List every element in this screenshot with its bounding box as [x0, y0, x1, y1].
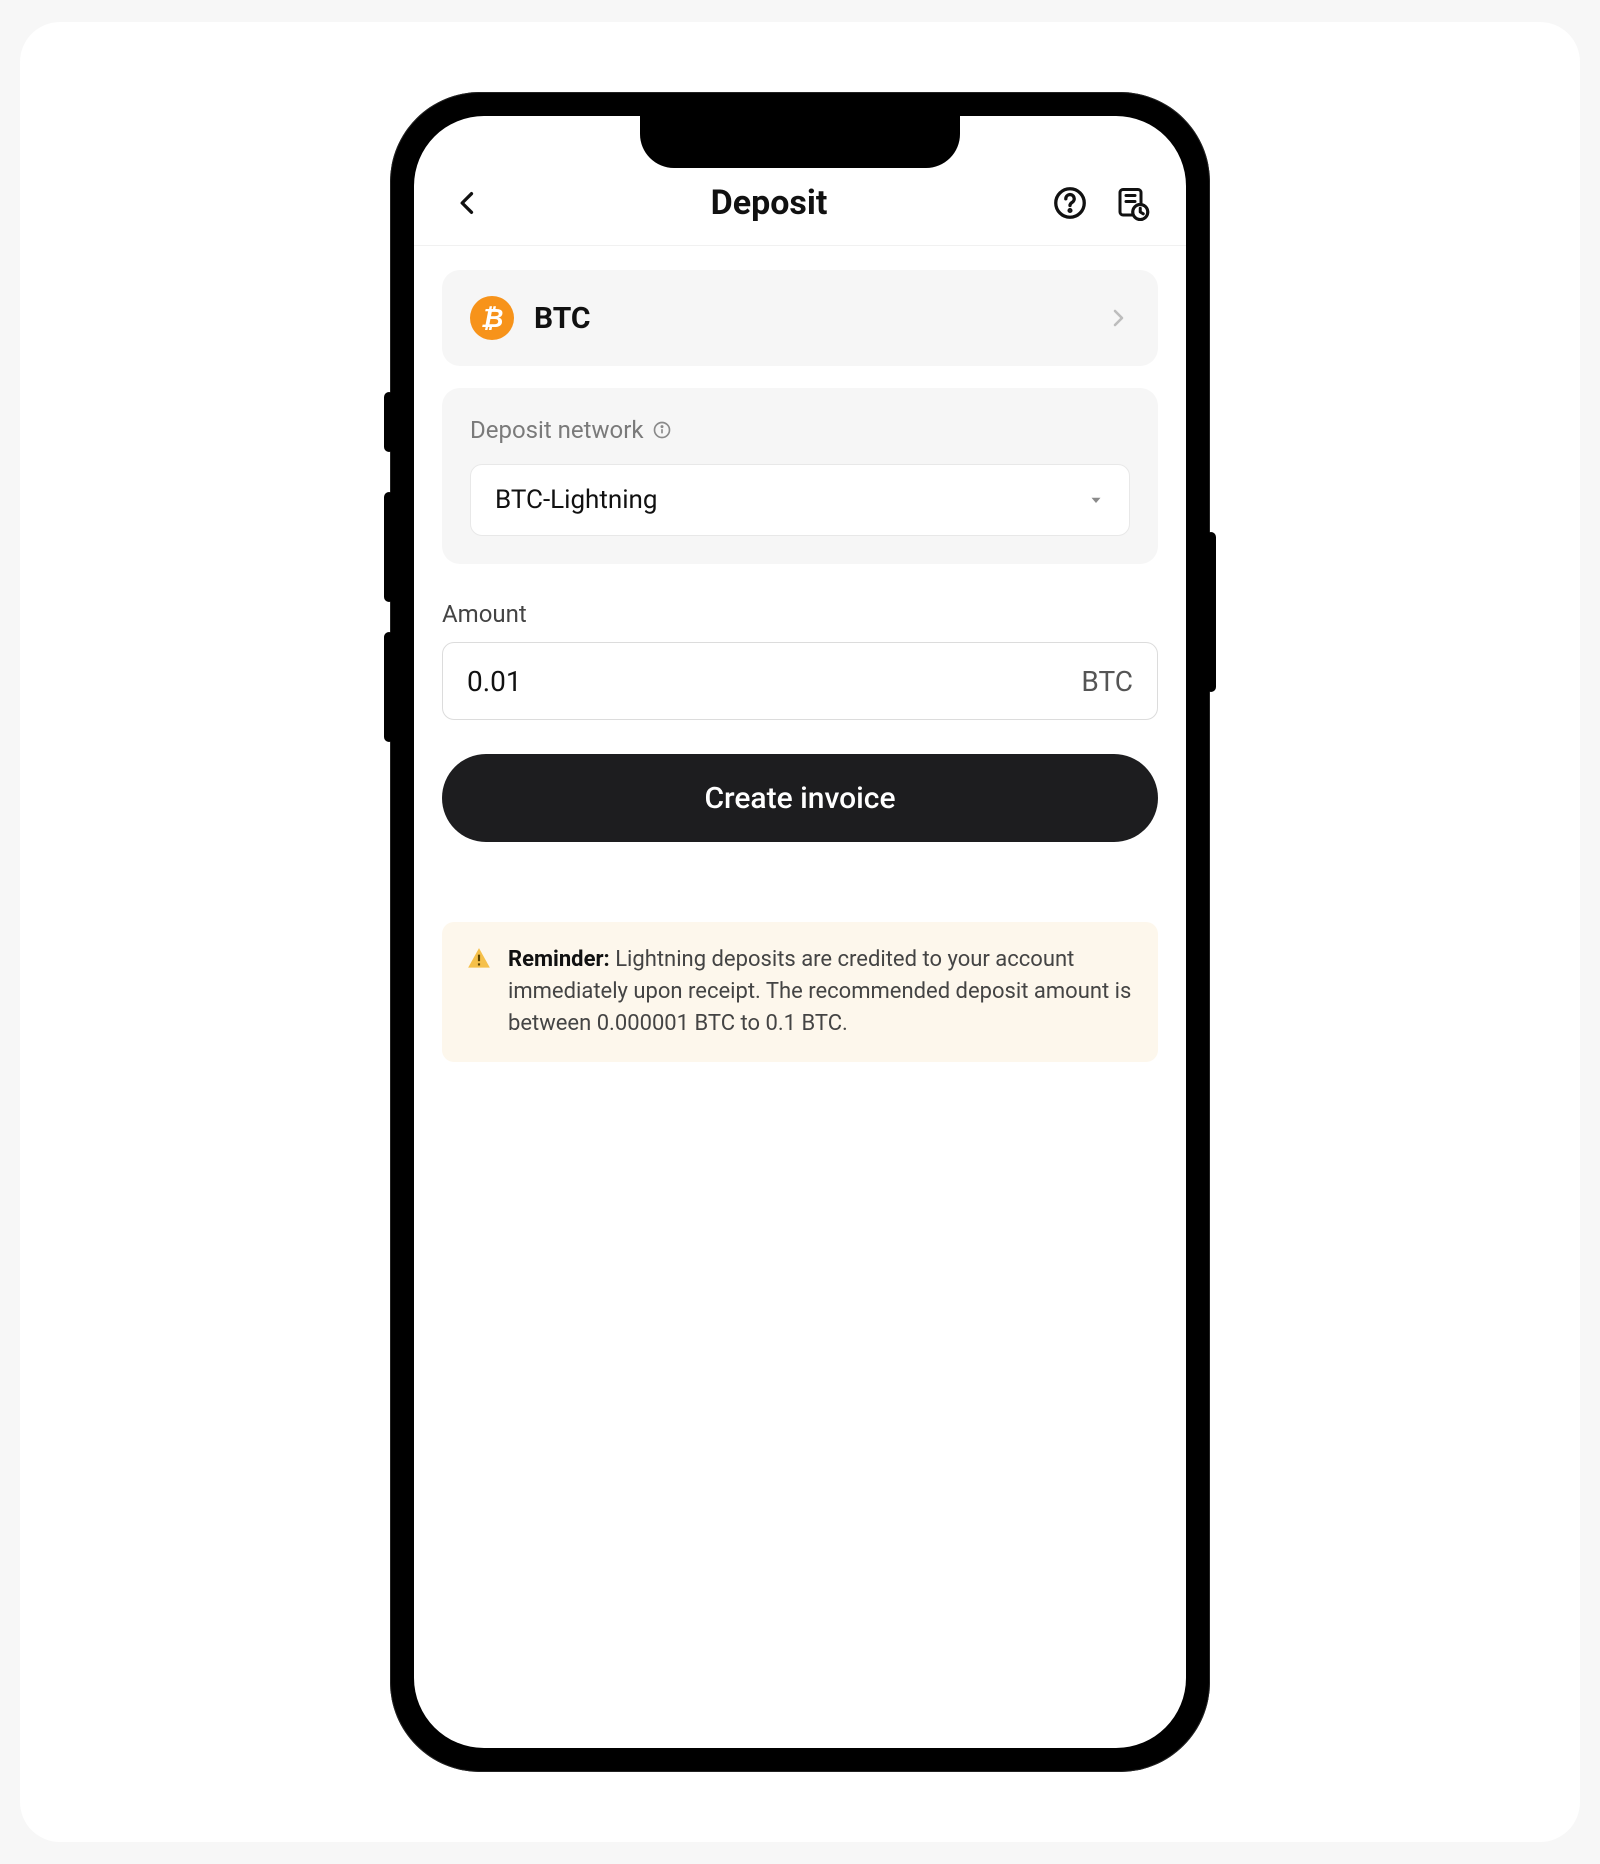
amount-input[interactable]	[467, 665, 1081, 698]
network-label-row: Deposit network	[470, 416, 1130, 444]
phone-screen: Deposit	[414, 116, 1186, 1748]
history-button[interactable]	[1112, 183, 1152, 223]
coin-symbol: BTC	[534, 301, 1106, 336]
page-title: Deposit	[488, 183, 1050, 223]
bitcoin-glyph: ₿	[481, 303, 504, 334]
amount-field[interactable]: BTC	[442, 642, 1158, 720]
bitcoin-icon: ₿	[470, 296, 514, 340]
phone-side-button	[384, 492, 394, 602]
history-icon	[1114, 185, 1150, 221]
warning-icon	[466, 946, 492, 972]
help-button[interactable]	[1050, 183, 1090, 223]
caret-down-icon	[1087, 491, 1105, 509]
chevron-left-icon	[454, 189, 482, 217]
create-invoice-button[interactable]: Create invoice	[442, 754, 1158, 842]
network-select[interactable]: BTC-Lightning	[470, 464, 1130, 536]
coin-selector[interactable]: ₿ BTC	[442, 270, 1158, 366]
help-icon	[1052, 185, 1088, 221]
amount-section: Amount BTC	[442, 600, 1158, 720]
amount-unit: BTC	[1081, 665, 1133, 698]
phone-side-button	[1206, 532, 1216, 692]
network-label: Deposit network	[470, 416, 644, 444]
phone-notch	[640, 116, 960, 168]
amount-label: Amount	[442, 600, 1158, 628]
back-button[interactable]	[448, 183, 488, 223]
network-value: BTC-Lightning	[495, 485, 1087, 515]
reminder-title: Reminder:	[508, 947, 610, 972]
network-section: Deposit network BTC-Lightning	[442, 388, 1158, 564]
page-card: Deposit	[20, 22, 1580, 1842]
reminder-text: Reminder: Lightning deposits are credite…	[508, 944, 1134, 1040]
phone-side-button	[384, 632, 394, 742]
phone-side-button	[384, 392, 394, 452]
content: ₿ BTC Deposit network	[414, 246, 1186, 1086]
reminder-banner: Reminder: Lightning deposits are credite…	[442, 922, 1158, 1062]
phone-frame: Deposit	[390, 92, 1210, 1772]
info-icon	[652, 420, 672, 440]
chevron-right-icon	[1106, 306, 1130, 330]
header-actions	[1050, 183, 1152, 223]
info-button[interactable]	[652, 420, 672, 440]
